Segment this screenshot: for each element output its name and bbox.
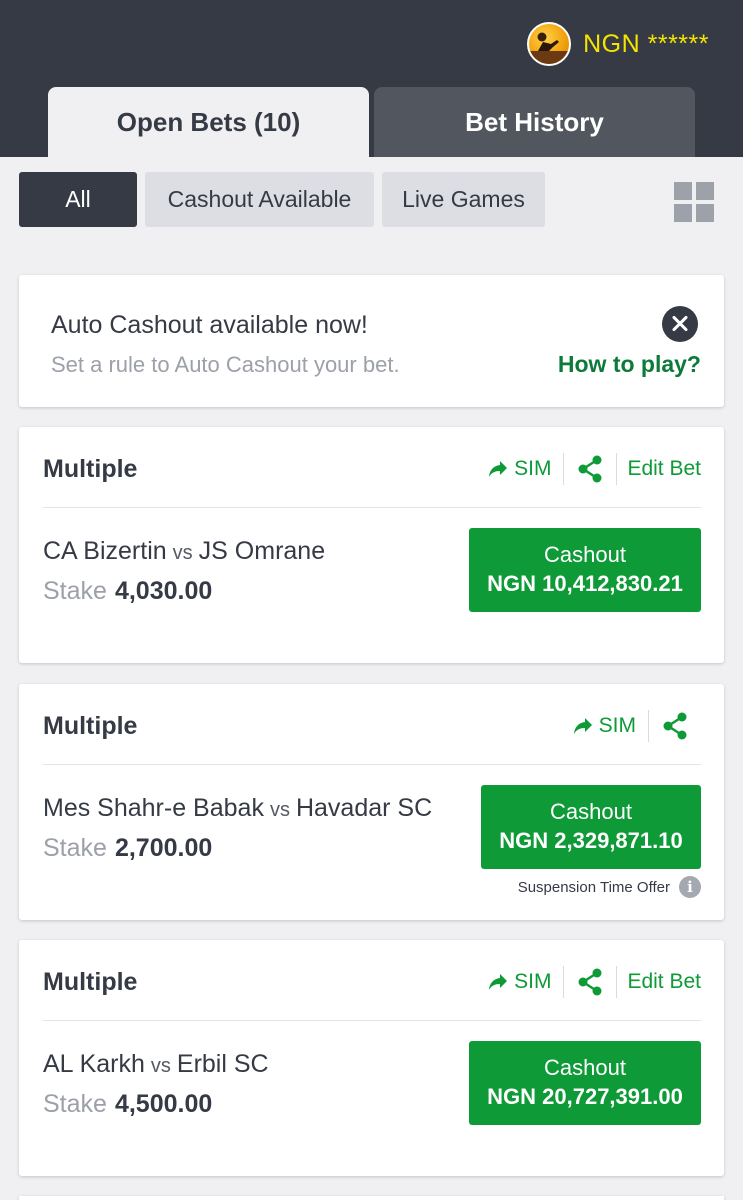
stake-label: Stake bbox=[43, 1090, 107, 1118]
grid-view-icon[interactable] bbox=[674, 182, 714, 222]
sim-button[interactable]: SIM bbox=[573, 708, 648, 744]
stake-label: Stake bbox=[43, 834, 107, 862]
bet-card-partial[interactable] bbox=[19, 1196, 724, 1200]
stake-row: Stake 4,500.00 bbox=[43, 1090, 212, 1119]
bet-card[interactable]: Multiple SIM Edit Bet CA Bizertin vs JS Om… bbox=[19, 427, 724, 663]
user-avatar[interactable] bbox=[527, 22, 572, 66]
close-icon[interactable] bbox=[662, 306, 698, 342]
bet-card[interactable]: Multiple SIM Edit Bet AL Karkh vs Erbil SC… bbox=[19, 940, 724, 1176]
match-teams: Mes Shahr-e Babak vs Havadar SC bbox=[43, 794, 432, 823]
away-team: Erbil SC bbox=[176, 1050, 269, 1078]
filter-cashout-available[interactable]: Cashout Available bbox=[145, 172, 374, 227]
balance-text: NGN ****** bbox=[583, 29, 709, 58]
divider bbox=[43, 764, 701, 765]
cashout-label: Cashout bbox=[544, 1055, 626, 1080]
app-header: NGN ****** Open Bets (10) Bet History bbox=[0, 0, 743, 157]
sim-button[interactable]: SIM bbox=[488, 964, 563, 1000]
suspension-offer: Suspension Time Offer i bbox=[518, 876, 701, 898]
promo-subtitle: Set a rule to Auto Cashout your bet. bbox=[51, 352, 400, 377]
cashout-button[interactable]: Cashout NGN 2,329,871.10 bbox=[481, 785, 701, 869]
tab-bet-history[interactable]: Bet History bbox=[374, 87, 695, 157]
match-teams: CA Bizertin vs JS Omrane bbox=[43, 537, 325, 566]
forward-arrow-icon bbox=[573, 718, 592, 734]
bet-type: Multiple bbox=[43, 968, 138, 996]
stake-row: Stake 4,030.00 bbox=[43, 577, 212, 606]
vs-label: vs bbox=[150, 1055, 171, 1077]
vs-label: vs bbox=[269, 799, 290, 821]
share-icon bbox=[578, 455, 602, 483]
bet-actions: SIM Edit Bet bbox=[488, 964, 701, 1000]
tab-open-bets[interactable]: Open Bets (10) bbox=[48, 87, 369, 157]
suspension-offer-text: Suspension Time Offer bbox=[517, 878, 670, 896]
edit-bet-button[interactable]: Edit Bet bbox=[617, 970, 701, 994]
info-icon[interactable]: i bbox=[679, 876, 701, 898]
home-team: AL Karkh bbox=[43, 1050, 145, 1078]
stake-amount: 2,700.00 bbox=[114, 834, 213, 862]
share-button[interactable] bbox=[564, 964, 616, 1000]
auto-cashout-banner: Auto Cashout available now! Set a rule t… bbox=[19, 275, 724, 407]
bet-type: Multiple bbox=[43, 712, 138, 740]
cashout-label: Cashout bbox=[544, 542, 626, 567]
cashout-amount: NGN 20,727,391.00 bbox=[487, 1084, 683, 1109]
share-button[interactable] bbox=[649, 708, 701, 744]
cashout-button[interactable]: Cashout NGN 20,727,391.00 bbox=[469, 1041, 701, 1125]
divider bbox=[43, 1020, 701, 1021]
bet-actions: SIM bbox=[573, 708, 701, 744]
vs-label: vs bbox=[172, 542, 193, 564]
cashout-amount: NGN 2,329,871.10 bbox=[499, 828, 683, 853]
how-to-play-link[interactable]: How to play? bbox=[558, 351, 701, 378]
cashout-label: Cashout bbox=[550, 799, 632, 824]
share-icon bbox=[578, 968, 602, 996]
bet-card[interactable]: Multiple SIM Mes Shahr-e Babak vs Havadar … bbox=[19, 684, 724, 920]
edit-bet-button[interactable]: Edit Bet bbox=[617, 457, 701, 481]
away-team: Havadar SC bbox=[295, 794, 433, 822]
promo-title: Auto Cashout available now! bbox=[51, 311, 368, 339]
account-summary[interactable]: NGN ****** bbox=[527, 22, 709, 66]
cashout-button[interactable]: Cashout NGN 10,412,830.21 bbox=[469, 528, 701, 612]
sim-label: SIM bbox=[598, 714, 636, 737]
forward-arrow-icon bbox=[489, 461, 508, 477]
share-icon bbox=[663, 712, 687, 740]
filter-bar: All Cashout Available Live Games bbox=[19, 172, 724, 227]
filter-live-games[interactable]: Live Games bbox=[382, 172, 545, 227]
filter-all[interactable]: All bbox=[19, 172, 137, 227]
match-teams: AL Karkh vs Erbil SC bbox=[43, 1050, 269, 1079]
sim-label: SIM bbox=[514, 457, 552, 480]
stake-label: Stake bbox=[43, 577, 107, 605]
stake-row: Stake 2,700.00 bbox=[43, 834, 212, 863]
divider bbox=[43, 507, 701, 508]
sim-button[interactable]: SIM bbox=[488, 451, 563, 487]
sim-label: SIM bbox=[514, 970, 552, 993]
cashout-amount: NGN 10,412,830.21 bbox=[487, 571, 683, 596]
home-team: Mes Shahr-e Babak bbox=[43, 794, 264, 822]
stake-amount: 4,500.00 bbox=[114, 1090, 213, 1118]
away-team: JS Omrane bbox=[198, 537, 326, 565]
home-team: CA Bizertin bbox=[43, 537, 167, 565]
bet-type: Multiple bbox=[43, 455, 138, 483]
stake-amount: 4,030.00 bbox=[114, 577, 213, 605]
forward-arrow-icon bbox=[489, 974, 508, 990]
bet-actions: SIM Edit Bet bbox=[488, 451, 701, 487]
share-button[interactable] bbox=[564, 451, 616, 487]
